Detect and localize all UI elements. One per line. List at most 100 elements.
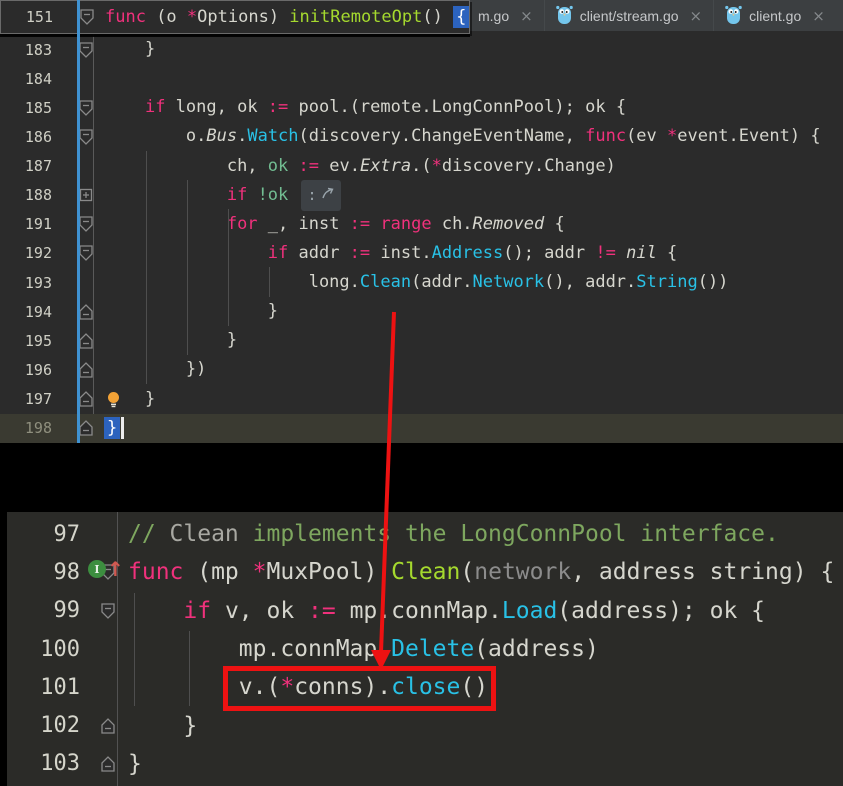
sticky-function-header[interactable]: 151 func (o *Options) initRemoteOpt() { xyxy=(0,0,470,34)
line-number[interactable]: 193 xyxy=(0,274,68,292)
folded-code-chip[interactable]: : xyxy=(301,180,341,211)
code-token: } xyxy=(145,389,155,409)
code-token: string xyxy=(710,559,793,585)
line-number[interactable]: 101 xyxy=(0,675,88,700)
code-text[interactable]: ch, ok := ev.Extra.(*discovery.Change) xyxy=(104,152,616,181)
code-text[interactable]: if !ok : xyxy=(104,180,341,211)
code-token: := xyxy=(350,214,370,234)
line-number[interactable]: 188 xyxy=(0,186,68,204)
code-text[interactable]: long.Clean(addr.Network(), addr.String()… xyxy=(104,268,728,297)
line-number[interactable]: 195 xyxy=(0,332,68,350)
code-text[interactable]: func (mp *MuxPool) Clean(network, addres… xyxy=(128,553,834,591)
code-line-198: 198} xyxy=(0,414,843,443)
intention-bulb-icon[interactable] xyxy=(106,391,121,412)
vcs-change-stripe xyxy=(77,0,80,443)
line-number[interactable]: 185 xyxy=(0,99,68,117)
tab-close-icon[interactable]: × xyxy=(690,7,703,25)
fold-marker-icon[interactable] xyxy=(68,129,104,145)
code-token: (), addr. xyxy=(544,272,636,292)
code-text[interactable]: o.Bus.Watch(discovery.ChangeEventName, f… xyxy=(104,122,821,151)
line-number[interactable]: 187 xyxy=(0,157,68,175)
code-token: network xyxy=(474,559,571,585)
editor-tab-bar: m.go × client/stream.go × client.go × xyxy=(440,0,843,31)
implements-interface-icon[interactable]: I↑ xyxy=(88,560,124,578)
fold-marker-icon[interactable] xyxy=(88,718,128,734)
tab-client-go[interactable]: client.go × xyxy=(713,0,836,31)
fold-marker-icon[interactable] xyxy=(68,42,104,58)
fold-marker-icon[interactable] xyxy=(68,391,104,407)
code-token: LongConnPool xyxy=(432,97,555,117)
code-token: ()) xyxy=(698,272,729,292)
left-black-strip xyxy=(0,512,7,786)
code-token: := xyxy=(268,97,288,117)
fold-marker-icon[interactable] xyxy=(69,9,105,25)
fold-marker-icon[interactable] xyxy=(68,304,104,320)
code-token: ) xyxy=(363,559,391,585)
line-number[interactable]: 98 xyxy=(0,560,88,585)
code-token: != xyxy=(595,243,615,263)
code-token: } xyxy=(268,301,278,321)
line-number[interactable]: 103 xyxy=(0,751,88,776)
gopher-icon xyxy=(725,4,742,28)
line-number[interactable]: 102 xyxy=(0,713,88,738)
line-number[interactable]: 183 xyxy=(0,41,68,59)
line-number[interactable]: 97 xyxy=(0,522,88,547)
code-token: discovery. xyxy=(442,156,544,176)
code-area-top: 183 } 184 185 if long, ok := pool.(remote.… xyxy=(0,35,843,443)
code-text[interactable]: if addr := inst.Address(); addr != nil { xyxy=(104,239,677,268)
tab-client-stream-go[interactable]: client/stream.go × xyxy=(544,0,713,31)
code-line-188: 188 if !ok : xyxy=(0,181,843,210)
line-number[interactable]: 186 xyxy=(0,128,68,146)
code-token: (mp xyxy=(183,559,252,585)
fold-expand-icon[interactable] xyxy=(68,187,104,203)
code-text[interactable]: if long, ok := pool.(remote.LongConnPool… xyxy=(104,93,626,122)
fold-marker-icon[interactable] xyxy=(88,756,128,772)
code-text[interactable]: } xyxy=(104,297,278,326)
code-token: Clean xyxy=(391,559,460,585)
code-text[interactable]: } xyxy=(104,414,124,443)
code-token: (); addr xyxy=(503,243,595,263)
line-number[interactable]: 196 xyxy=(0,361,68,379)
line-number[interactable]: 100 xyxy=(0,637,88,662)
code-token: ) { xyxy=(793,559,835,585)
code-token: (o xyxy=(146,7,187,27)
code-text[interactable]: } xyxy=(104,35,155,64)
line-number[interactable]: 99 xyxy=(0,598,88,623)
code-text[interactable]: // Clean implements the LongConnPool int… xyxy=(128,515,779,553)
fold-marker-icon[interactable] xyxy=(68,216,104,232)
line-number[interactable]: 198 xyxy=(0,419,68,437)
code-token: (discovery.ChangeEventName, xyxy=(299,126,586,146)
jump-arrow-icon xyxy=(321,181,334,210)
code-token: (address) xyxy=(474,636,599,662)
code-text[interactable]: for _, inst := range ch.Removed { xyxy=(104,210,565,239)
code-token: v, ok xyxy=(211,598,308,624)
code-text[interactable]: if v, ok := mp.connMap.Load(address); ok… xyxy=(128,592,765,630)
fold-marker-icon[interactable] xyxy=(68,333,104,349)
code-line-196: 196 }) xyxy=(0,355,843,384)
code-line-192: 192 if addr := inst.Address(); addr != n… xyxy=(0,239,843,268)
code-token: } xyxy=(104,417,120,439)
tab-close-icon[interactable]: × xyxy=(812,7,825,25)
code-text[interactable]: } xyxy=(104,326,237,355)
line-number[interactable]: 192 xyxy=(0,244,68,262)
code-token xyxy=(370,214,380,234)
code-token: := xyxy=(308,598,336,624)
fold-marker-icon[interactable] xyxy=(68,362,104,378)
fold-marker-icon[interactable] xyxy=(68,420,104,436)
line-number: 151 xyxy=(1,8,69,26)
code-token: } xyxy=(227,330,237,350)
code-token: Clean xyxy=(360,272,411,292)
line-number[interactable]: 191 xyxy=(0,215,68,233)
code-token: * xyxy=(253,559,267,585)
code-text[interactable]: }) xyxy=(104,355,206,384)
code-text[interactable]: } xyxy=(128,745,142,783)
fold-marker-icon[interactable] xyxy=(88,603,128,619)
fold-marker-icon[interactable] xyxy=(68,100,104,116)
code-text[interactable]: } xyxy=(128,707,197,745)
line-number[interactable]: 184 xyxy=(0,70,68,88)
fold-marker-icon[interactable] xyxy=(68,245,104,261)
tab-close-icon[interactable]: × xyxy=(520,7,533,25)
code-text[interactable]: mp.connMap.Delete(address) xyxy=(128,630,599,668)
line-number[interactable]: 197 xyxy=(0,390,68,408)
line-number[interactable]: 194 xyxy=(0,303,68,321)
